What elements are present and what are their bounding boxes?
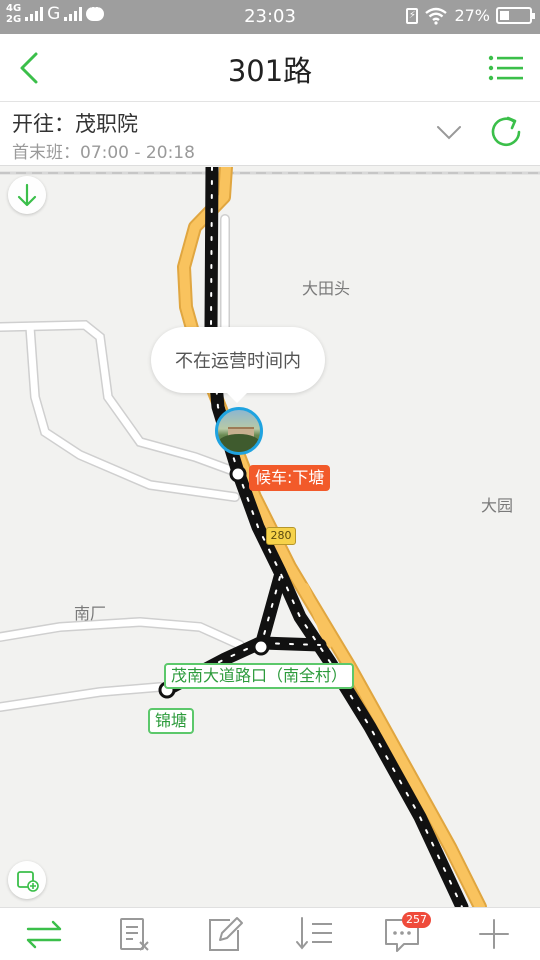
stop-tag-jintang[interactable]: 锦塘 — [148, 708, 195, 734]
tooltip-text: 不在运营时间内 — [175, 351, 301, 372]
wifi-icon — [425, 7, 448, 25]
refresh-icon[interactable] — [486, 112, 526, 152]
status-right: ⚡ 27% — [406, 6, 535, 25]
avatar-trees — [218, 434, 260, 452]
plus-icon[interactable] — [472, 914, 516, 954]
route-destination: 开往：茂职院 — [12, 112, 138, 136]
edit-icon[interactable] — [202, 914, 246, 954]
stop-marker-intersection — [252, 638, 270, 656]
chevron-down-icon[interactable] — [434, 118, 464, 146]
arrow-down-icon — [17, 183, 37, 207]
add-map-layer-button[interactable] — [8, 861, 46, 899]
message-badge: 257 — [402, 912, 431, 928]
clear-list-icon[interactable] — [112, 914, 156, 954]
bus-status-tooltip: 不在运营时间内 — [151, 327, 325, 403]
list-menu-icon[interactable] — [488, 52, 524, 84]
place-label-nanchang: 南厂 — [74, 604, 107, 623]
bus-location-avatar[interactable] — [215, 407, 263, 455]
battery-fill — [500, 11, 509, 20]
place-label-datiantou: 大田头 — [302, 279, 351, 298]
battery-saver-icon: ⚡ — [406, 7, 419, 24]
waiting-stop-tag[interactable]: 候车:下塘 — [249, 465, 331, 491]
screen: 4G 2G G 23:03 ⚡ 27% — [0, 0, 540, 960]
route-schedule: 首末班：07:00 - 20:18 — [12, 143, 195, 163]
battery-icon — [496, 7, 535, 24]
map-add-icon — [17, 871, 39, 892]
battery-percent: 27% — [454, 6, 490, 25]
sort-icon[interactable] — [292, 914, 336, 954]
map-view[interactable]: 大田头 大园 南厂 不在运营时间内 候车:下塘 280 茂南大道路口（南全村） … — [0, 167, 540, 907]
status-bar: 4G 2G G 23:03 ⚡ 27% — [0, 0, 540, 34]
route-info-panel: 开往：茂职院 首末班：07:00 - 20:18 — [0, 102, 540, 166]
stop-tag-intersection[interactable]: 茂南大道路口（南全村） — [164, 663, 355, 689]
header-bar: 301路 — [0, 34, 540, 102]
road-number-shield: 280 — [266, 527, 296, 545]
place-label-dayuan: 大园 — [481, 496, 514, 515]
page-title: 301路 — [227, 54, 313, 88]
stop-marker-xiatang — [229, 465, 247, 483]
swap-icon[interactable] — [22, 914, 66, 954]
bottom-toolbar: 257 — [0, 907, 540, 960]
scroll-down-button[interactable] — [8, 176, 46, 214]
